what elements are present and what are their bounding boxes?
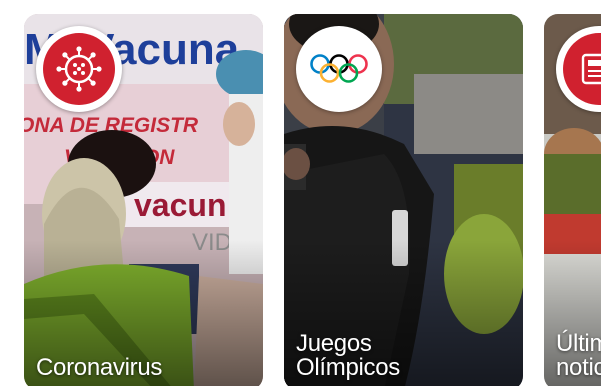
topic-carousel: Mi Vacuna ONA DE REGISTR VACACION vacun … [0,0,601,386]
card-label: Coronavirus [36,354,163,381]
olympics-badge [296,26,382,112]
coronavirus-badge [36,26,122,112]
topic-card-coronavirus[interactable]: Mi Vacuna ONA DE REGISTR VACACION vacun … [24,14,263,386]
topic-card-ultimas-noticias[interactable]: Últimas noticias [544,14,601,386]
virus-icon [43,33,115,105]
topic-card-juegos-olimpicos[interactable]: Juegos Olímpicos [284,14,523,386]
sign-low-text: vacun [134,187,226,223]
newspaper-icon [563,33,601,105]
olympic-rings-icon [303,33,375,105]
card-label: Últimas noticias [556,330,601,381]
card-label: Juegos Olímpicos [296,330,400,381]
